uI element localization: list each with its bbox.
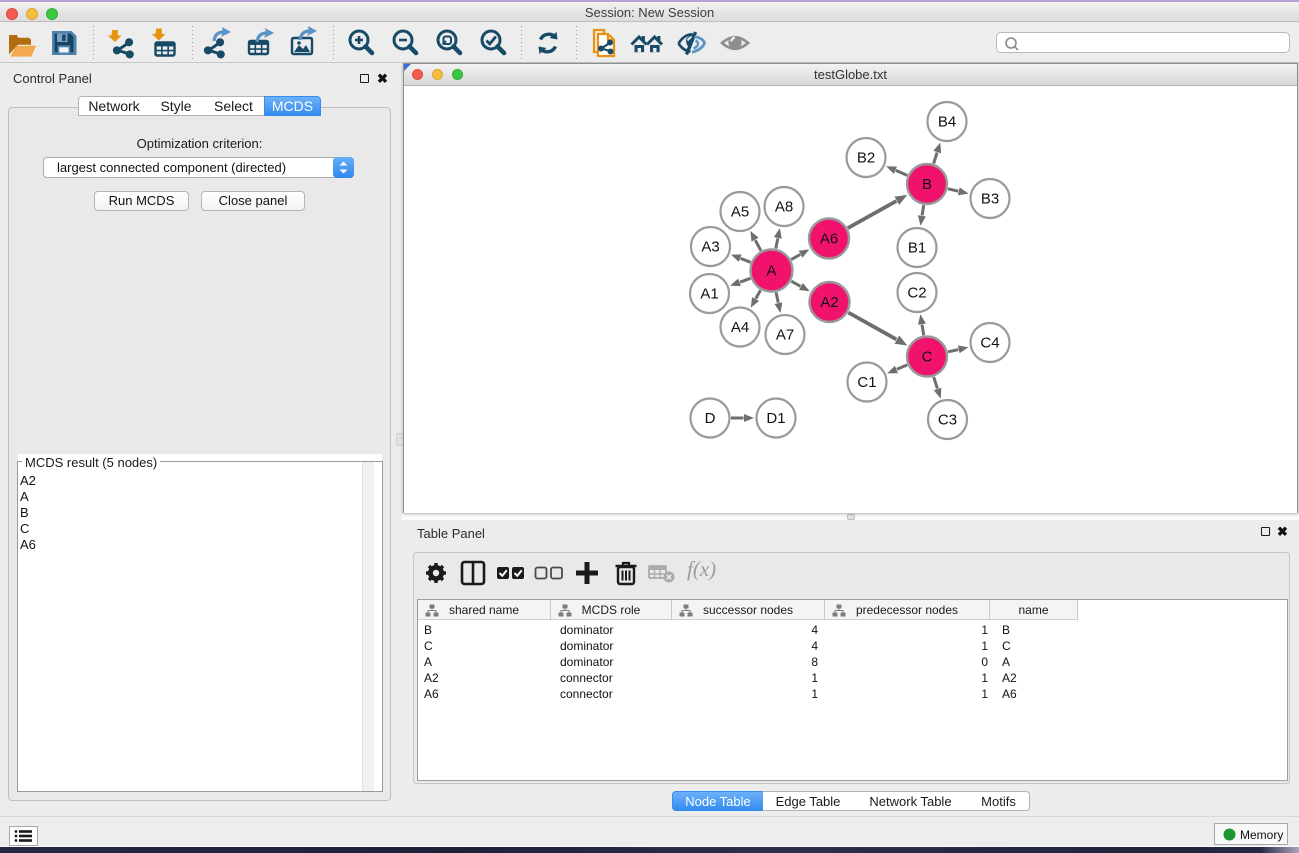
svg-text:A: A — [766, 263, 776, 280]
svg-text:D1: D1 — [766, 410, 785, 427]
svg-text:C2: C2 — [907, 285, 926, 302]
svg-text:A5: A5 — [731, 204, 749, 221]
svg-text:A6: A6 — [820, 231, 838, 248]
svg-text:A7: A7 — [776, 327, 794, 344]
svg-text:D: D — [705, 410, 716, 427]
svg-text:A3: A3 — [701, 239, 719, 256]
svg-text:A8: A8 — [775, 199, 793, 216]
svg-text:C: C — [922, 349, 933, 366]
svg-text:C1: C1 — [857, 374, 876, 391]
svg-text:A4: A4 — [731, 319, 749, 336]
svg-text:C4: C4 — [980, 335, 999, 352]
svg-text:B2: B2 — [857, 150, 875, 167]
svg-text:A1: A1 — [700, 286, 718, 303]
svg-text:B1: B1 — [908, 240, 926, 257]
svg-text:A2: A2 — [820, 294, 838, 311]
svg-text:B3: B3 — [981, 191, 999, 208]
svg-text:B4: B4 — [938, 114, 956, 131]
svg-text:C3: C3 — [938, 412, 957, 429]
svg-text:B: B — [922, 176, 932, 193]
